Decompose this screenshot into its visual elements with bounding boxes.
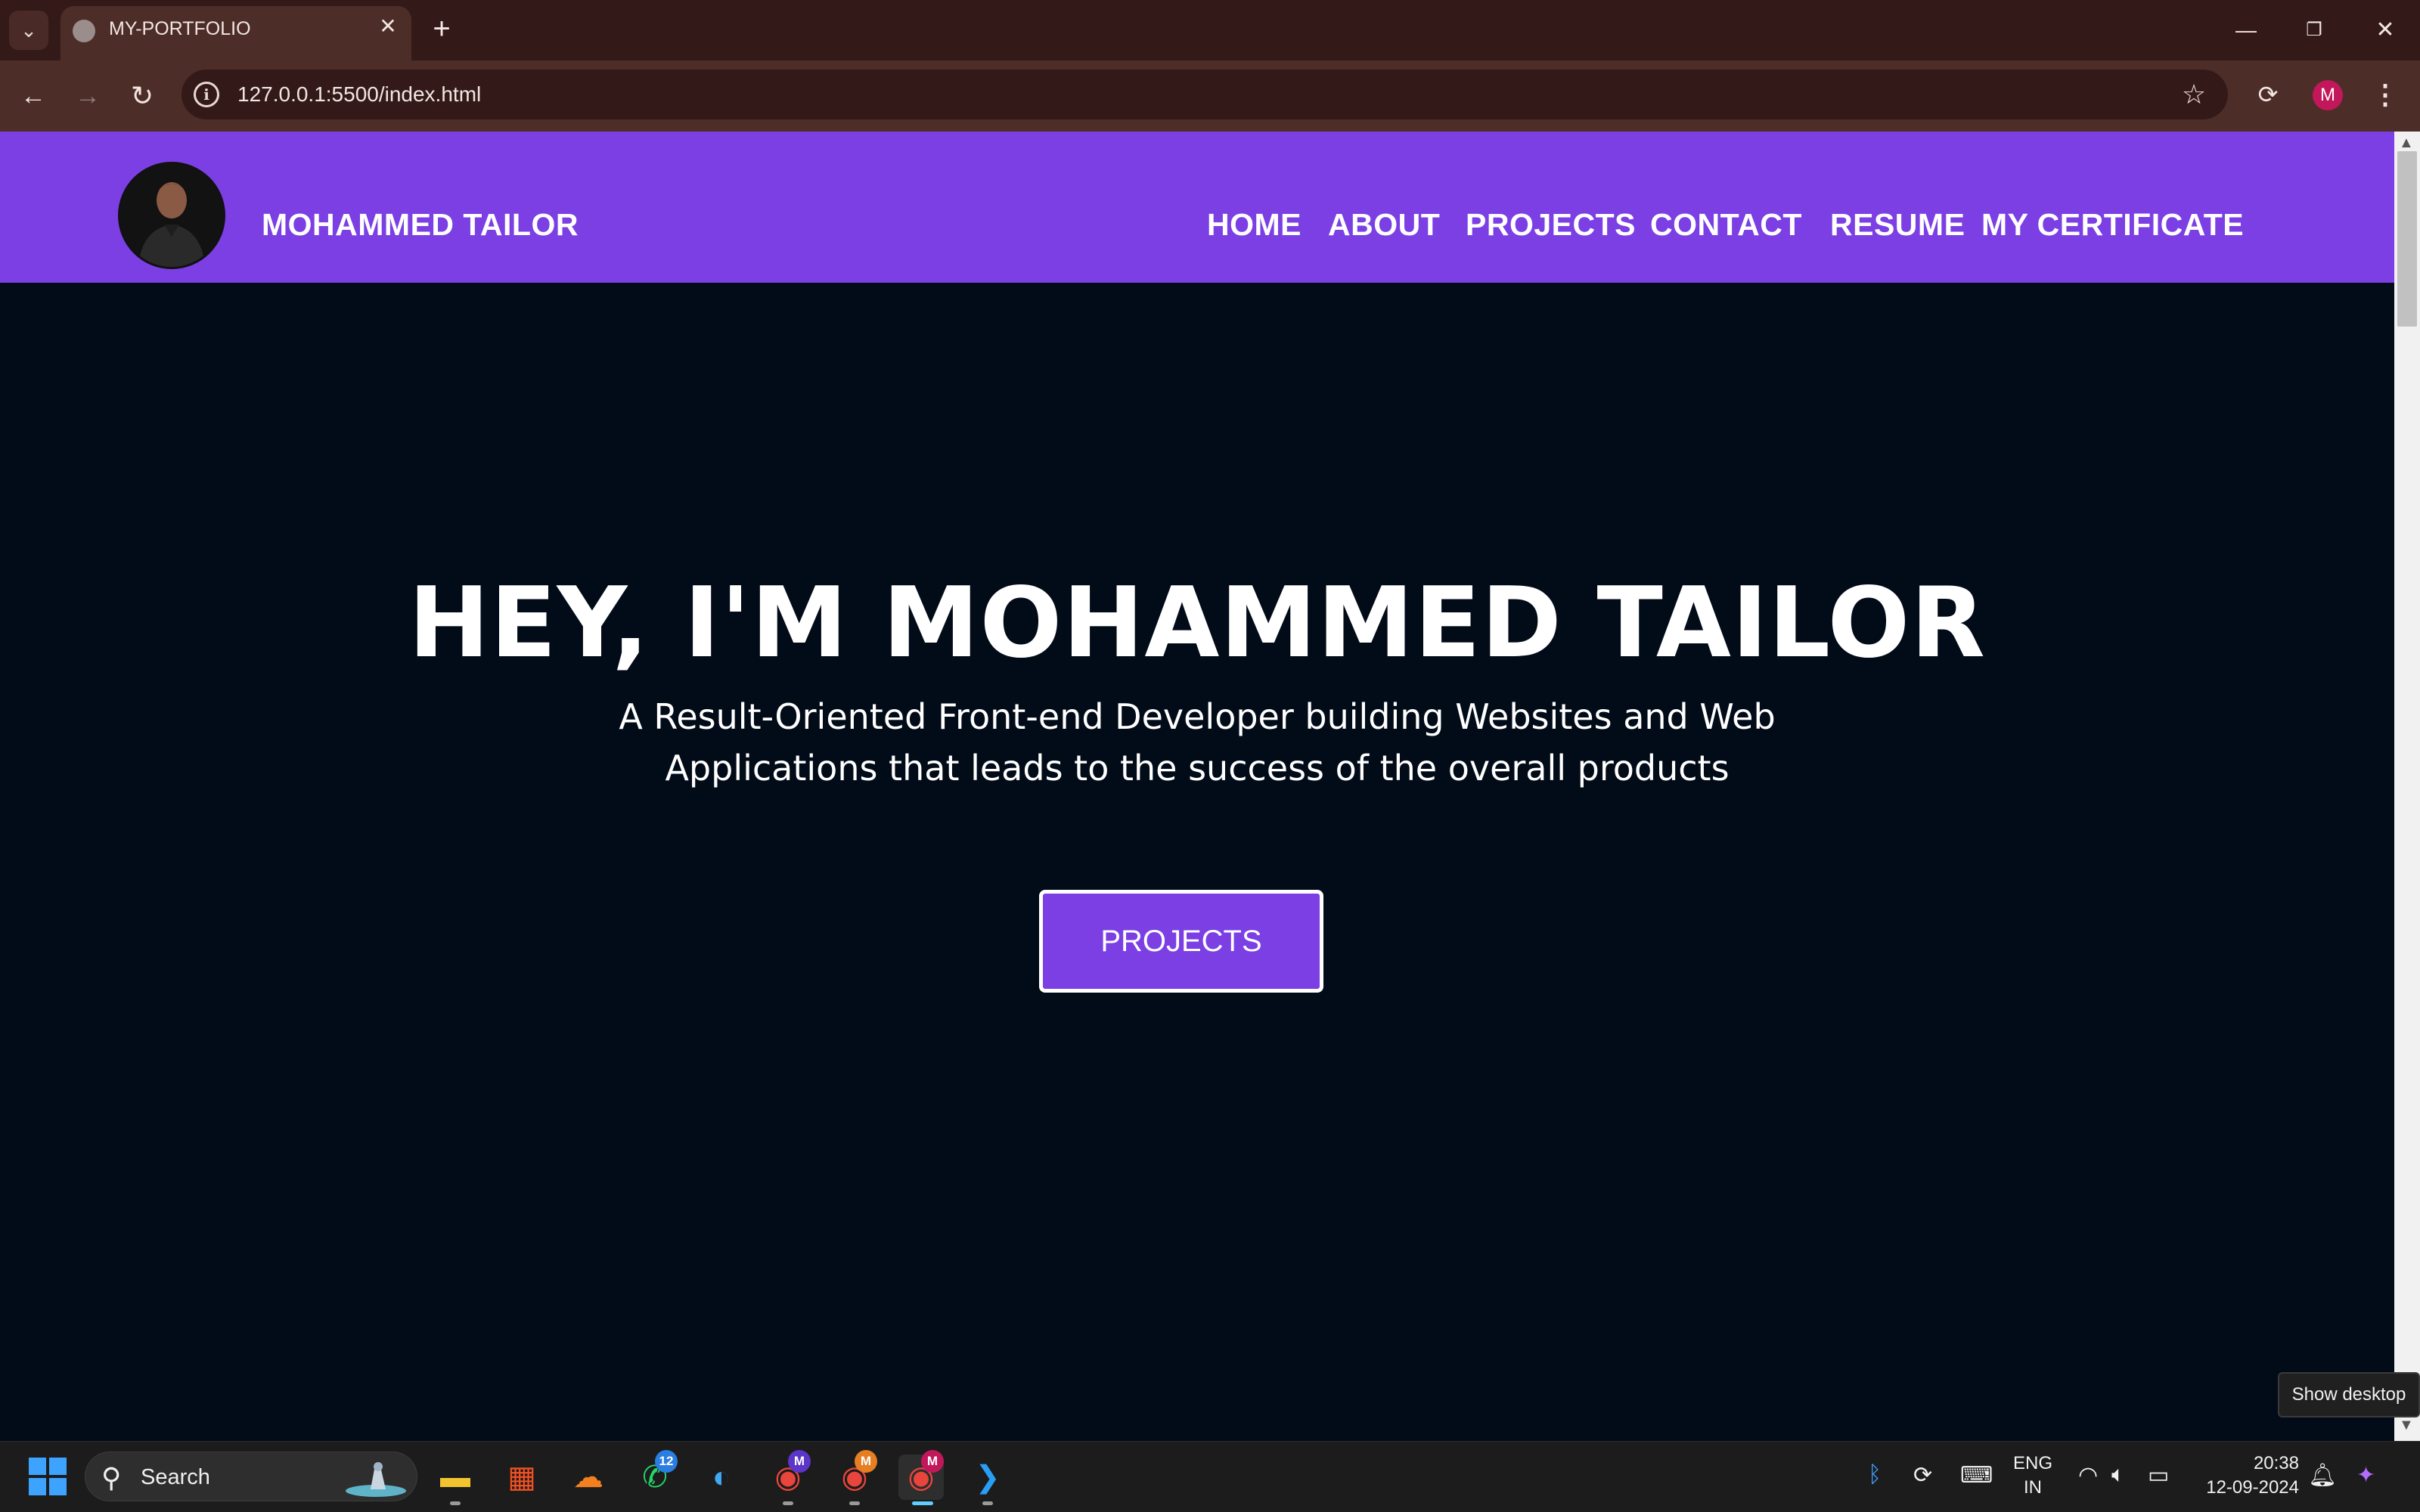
sync-icon[interactable]: ⟳ <box>1913 1462 1932 1489</box>
chevron-down-icon[interactable]: ⌄ <box>9 11 48 50</box>
volume-icon[interactable]: 🔈︎ <box>2111 1462 2125 1488</box>
notification-bell-icon[interactable]: 🔔︎ <box>2308 1462 2337 1489</box>
clock[interactable]: 20:38 12-09-2024 <box>2193 1452 2299 1500</box>
nav-link-certificate[interactable]: MY CERTIFICATE <box>1981 207 2244 243</box>
copilot-icon[interactable]: ✦ <box>2356 1462 2375 1489</box>
globe-icon <box>73 20 95 42</box>
search-label: Search <box>141 1465 210 1489</box>
notification-badge: 12 <box>655 1450 678 1473</box>
hero-subtitle: A Result-Oriented Front-end Developer bu… <box>544 691 1850 794</box>
file-explorer-icon[interactable]: ▬ <box>433 1455 478 1500</box>
page-viewport: MOHAMMED TAILOR HOME ABOUT PROJECTS CONT… <box>0 132 2394 1441</box>
vscode-icon[interactable]: ❯ <box>965 1455 1010 1500</box>
nav-link-resume[interactable]: RESUME <box>1830 207 1965 243</box>
more-vertical-icon[interactable]: ⋮ <box>2369 76 2402 113</box>
restore-icon[interactable]: ❐ <box>2291 11 2337 50</box>
scrollbar-thumb[interactable] <box>2397 151 2417 327</box>
cloudflare-icon[interactable]: ☁ <box>566 1455 611 1500</box>
profile-avatar[interactable]: M <box>2313 80 2343 110</box>
microsoft-store-icon[interactable]: ▦ <box>499 1455 544 1500</box>
nav-link-contact[interactable]: CONTACT <box>1650 207 1802 243</box>
bluetooth-icon[interactable]: ᛒ <box>1868 1462 1882 1488</box>
minimize-icon[interactable]: — <box>2223 11 2269 50</box>
projects-button[interactable]: PROJECTS <box>1039 890 1323 993</box>
running-indicator <box>982 1501 993 1505</box>
site-navbar: MOHAMMED TAILOR HOME ABOUT PROJECTS CONT… <box>0 132 2394 283</box>
tooltip: Show desktop <box>2278 1372 2420 1418</box>
hero-subtitle-line: Applications that leads to the success o… <box>665 748 1730 789</box>
arrow-right-icon[interactable]: → <box>68 76 107 116</box>
clock-time: 20:38 <box>2253 1453 2299 1473</box>
region-code: IN <box>2024 1477 2042 1498</box>
arrow-left-icon[interactable]: ← <box>14 76 53 116</box>
search-icon: ⚲ <box>101 1462 122 1493</box>
clock-date: 12-09-2024 <box>2206 1477 2299 1498</box>
running-indicator <box>783 1501 793 1505</box>
language-indicator[interactable]: ENG IN <box>2012 1452 2054 1500</box>
search-highlight-icon <box>346 1462 406 1497</box>
avatar <box>118 162 225 269</box>
nav-link-about[interactable]: ABOUT <box>1328 207 1440 243</box>
extension-icon[interactable]: ⟳ <box>2249 76 2287 113</box>
nav-link-home[interactable]: HOME <box>1207 207 1302 243</box>
scroll-down-icon[interactable]: ▼ <box>2399 1417 2414 1434</box>
address-bar[interactable] <box>182 70 2228 119</box>
wifi-icon[interactable]: ◠ <box>2078 1462 2098 1489</box>
active-indicator <box>912 1501 933 1505</box>
edge-icon[interactable]: ◐ <box>699 1455 744 1500</box>
scrollbar[interactable] <box>2394 132 2420 1441</box>
close-window-icon[interactable]: ✕ <box>2363 11 2408 50</box>
close-icon[interactable]: ✕ <box>375 14 401 39</box>
hero-subtitle-line: A Result-Oriented Front-end Developer bu… <box>619 696 1776 737</box>
running-indicator <box>849 1501 860 1505</box>
url-text[interactable]: 127.0.0.1:5500/index.html <box>237 82 481 107</box>
info-icon[interactable]: i <box>194 82 219 107</box>
nav-link-projects[interactable]: PROJECTS <box>1466 207 1636 243</box>
windows-start-icon[interactable] <box>29 1458 67 1495</box>
plus-icon[interactable]: + <box>425 11 458 47</box>
profile-badge: M <box>788 1450 811 1473</box>
reload-icon[interactable]: ↻ <box>123 76 162 116</box>
site-brand[interactable]: MOHAMMED TAILOR <box>262 207 579 243</box>
tab-title: MY-PORTFOLIO <box>109 18 251 39</box>
keyboard-icon[interactable]: ⌨ <box>1960 1462 1993 1489</box>
star-icon[interactable]: ☆ <box>2175 76 2213 113</box>
hero-title: HEY, I'M MOHAMMED TAILOR <box>408 567 1986 680</box>
running-indicator <box>450 1501 461 1505</box>
scroll-up-icon[interactable]: ▲ <box>2399 135 2414 152</box>
language-code: ENG <box>2012 1453 2052 1473</box>
profile-badge: M <box>855 1450 877 1473</box>
battery-icon[interactable]: ▭ <box>2148 1462 2169 1489</box>
profile-badge: M <box>921 1450 944 1473</box>
